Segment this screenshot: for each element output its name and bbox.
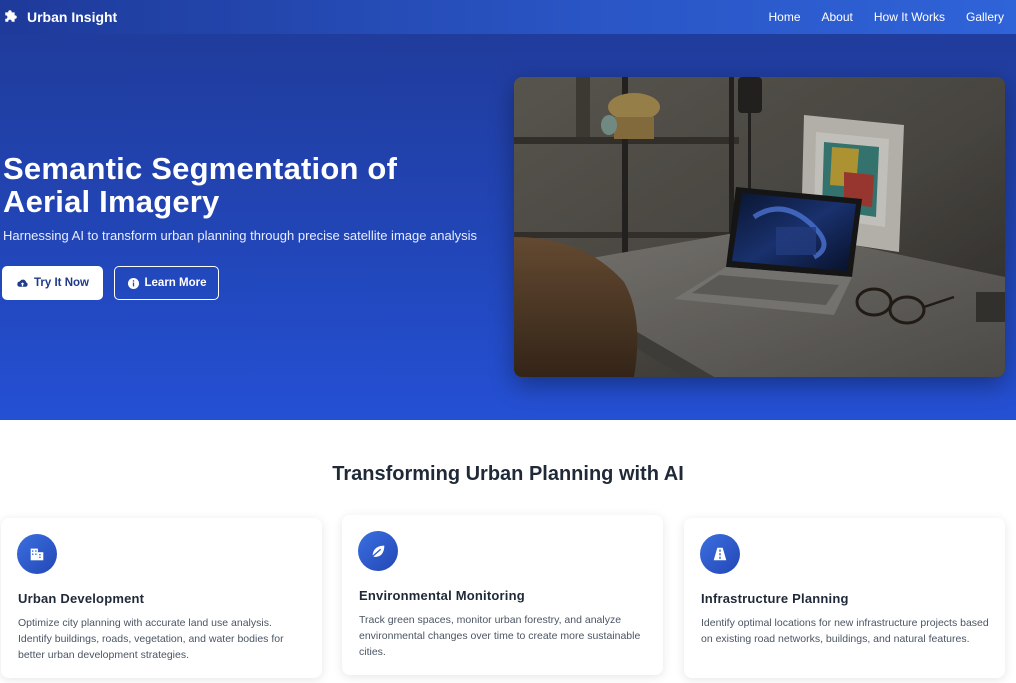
leaf-icon <box>358 531 398 571</box>
hero-subtitle: Harnessing AI to transform urban plannin… <box>3 228 478 243</box>
card-title: Urban Development <box>18 591 145 606</box>
building-icon <box>17 534 57 574</box>
nav-link-home[interactable]: Home <box>768 10 800 24</box>
try-it-now-button[interactable]: Try It Now <box>2 266 103 300</box>
hero-image <box>514 77 1005 377</box>
feature-card-environmental-monitoring: Environmental Monitoring Track green spa… <box>342 515 663 675</box>
info-circle-icon <box>127 277 140 290</box>
feature-card-infrastructure-planning: Infrastructure Planning Identify optimal… <box>684 518 1005 678</box>
nav-link-about[interactable]: About <box>822 10 853 24</box>
try-it-now-label: Try It Now <box>34 277 89 289</box>
navbar: Urban Insight Home About How It Works Ga… <box>0 0 1016 34</box>
features-title: Transforming Urban Planning with AI <box>332 463 684 485</box>
card-text: Optimize city planning with accurate lan… <box>18 617 284 661</box>
brand-name: Urban Insight <box>27 9 118 25</box>
hero-title: Semantic Segmentation of Aerial Imagery <box>3 151 398 219</box>
learn-more-label: Learn More <box>144 277 207 289</box>
brand[interactable]: Urban Insight <box>4 9 117 26</box>
card-text: Track green spaces, monitor urban forest… <box>359 614 641 658</box>
puzzle-icon <box>4 9 21 26</box>
nav-link-how-it-works[interactable]: How It Works <box>874 10 945 24</box>
nav-link-gallery[interactable]: Gallery <box>966 10 1004 24</box>
hero-section: Semantic Segmentation of Aerial Imagery … <box>0 34 1016 420</box>
feature-card-urban-development: Urban Development Optimize city planning… <box>1 518 322 678</box>
nav-links: Home About How It Works Gallery <box>768 10 1004 24</box>
road-icon <box>700 534 740 574</box>
card-text: Identify optimal locations for new infra… <box>701 617 989 645</box>
card-title: Environmental Monitoring <box>359 588 525 603</box>
learn-more-button[interactable]: Learn More <box>114 266 219 300</box>
cloud-upload-icon <box>16 277 29 290</box>
card-title: Infrastructure Planning <box>701 591 849 606</box>
